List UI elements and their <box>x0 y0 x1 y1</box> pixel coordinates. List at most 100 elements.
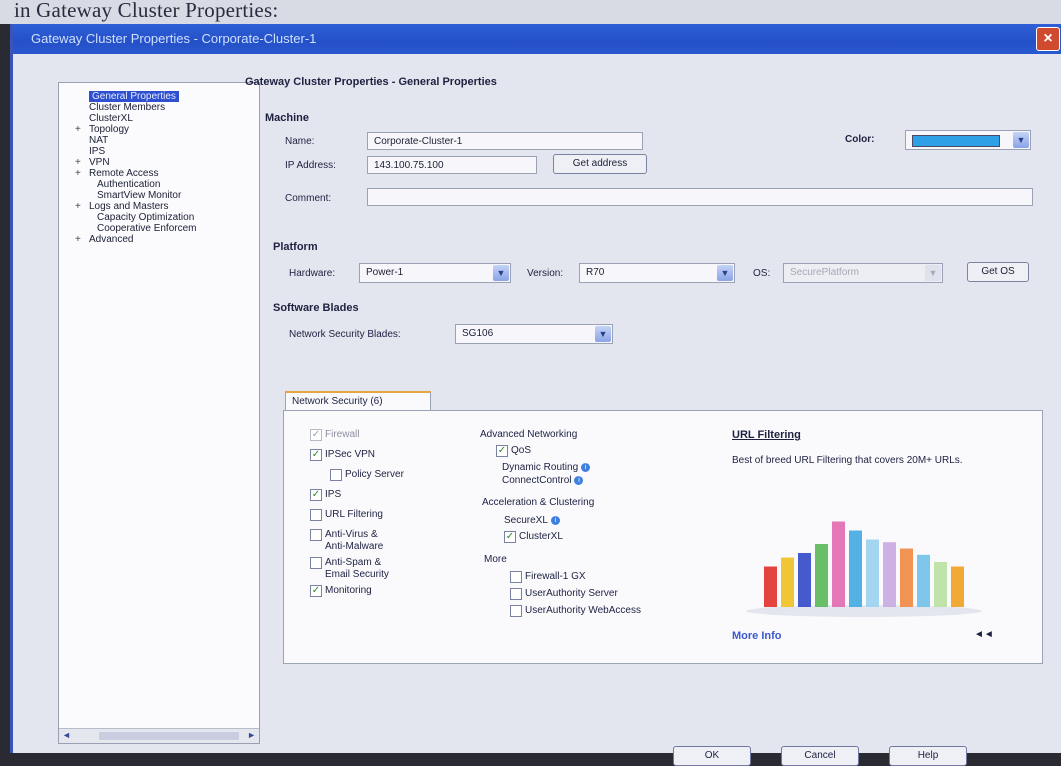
expand-icon[interactable]: + <box>75 157 81 168</box>
software-blades-section-label: Software Blades <box>273 302 359 314</box>
chevron-down-icon[interactable]: ▼ <box>595 326 611 342</box>
cancel-button[interactable]: Cancel <box>781 746 859 766</box>
tree-item[interactable]: + Advanced <box>75 234 197 245</box>
window-titlebar[interactable]: Gateway Cluster Properties - Corporate-C… <box>13 24 1061 54</box>
blade-checkbox[interactable]: URL Filtering <box>310 509 383 521</box>
version-label: Version: <box>527 268 564 279</box>
blade-checkbox[interactable]: ✓ IPS <box>310 489 341 501</box>
clusterxl-checkbox[interactable]: ✓ ClusterXL <box>504 531 563 543</box>
ok-button[interactable]: OK <box>673 746 751 766</box>
color-select[interactable]: ▼ <box>905 130 1031 150</box>
blade-checkbox[interactable]: Policy Server <box>330 469 404 481</box>
name-input[interactable]: Corporate-Cluster-1 <box>367 132 643 150</box>
qos-checkbox[interactable]: ✓ QoS <box>496 445 531 457</box>
chevron-down-icon[interactable]: ▼ <box>925 265 941 281</box>
tree-item[interactable]: + Logs and Masters <box>75 201 197 212</box>
expand-icon[interactable]: + <box>75 168 81 179</box>
blade-checkbox-label-line2: Email Security <box>325 569 389 580</box>
tree-item[interactable]: Authentication <box>89 179 197 190</box>
comment-input[interactable] <box>367 188 1033 206</box>
tree-item[interactable]: Cooperative Enforcem <box>89 223 197 234</box>
blade-checkbox-text: URL Filtering <box>325 509 383 521</box>
tree-item[interactable]: General Properties <box>89 91 197 102</box>
tree-item-label: VPN <box>89 157 110 168</box>
info-icon[interactable]: i <box>574 475 584 485</box>
blade-checkbox[interactable]: Anti-Virus & Anti-Malware <box>310 529 383 553</box>
more-checkbox[interactable]: Firewall-1 GX <box>510 571 586 583</box>
collapse-icon[interactable]: ◄◄ <box>974 629 994 640</box>
info-icon[interactable]: i <box>550 515 560 525</box>
connect-control-item: ConnectControl i <box>502 475 584 487</box>
tree-item-label: ClusterXL <box>89 113 133 124</box>
close-icon[interactable]: × <box>1036 27 1060 51</box>
tab-network-security[interactable]: Network Security (6) <box>285 391 431 411</box>
version-select[interactable]: R70 ▼ <box>579 263 735 283</box>
os-select[interactable]: SecurePlatform ▼ <box>783 263 943 283</box>
dynamic-routing-item: Dynamic Routing i <box>502 462 591 474</box>
more-checkbox[interactable]: UserAuthority WebAccess <box>510 605 641 617</box>
tree-item[interactable]: ClusterXL <box>89 113 197 124</box>
tree-item-label: Topology <box>89 124 130 135</box>
hardware-label: Hardware: <box>289 268 336 279</box>
tree-item-label: General Properties <box>89 91 179 102</box>
network-security-blades-select[interactable]: SG106 ▼ <box>455 324 613 344</box>
blade-checkbox[interactable]: ✓ Monitoring <box>310 585 372 597</box>
dynamic-routing-label: Dynamic Routing <box>502 462 579 473</box>
hardware-value: Power-1 <box>366 267 404 278</box>
help-button[interactable]: Help <box>889 746 967 766</box>
info-panel-description: Best of breed URL Filtering that covers … <box>732 455 963 466</box>
chevron-down-icon[interactable]: ▼ <box>493 265 509 281</box>
window-title: Gateway Cluster Properties - Corporate-C… <box>31 31 317 46</box>
tree-item[interactable]: IPS <box>89 146 197 157</box>
info-icon[interactable]: i <box>581 462 591 472</box>
blade-checkbox[interactable]: ✓ IPSec VPN <box>310 449 375 461</box>
tree-item[interactable]: + Topology <box>75 124 197 135</box>
hardware-select[interactable]: Power-1 ▼ <box>359 263 511 283</box>
checkbox-box <box>510 571 522 583</box>
more-checkbox-label: UserAuthority Server <box>525 588 618 599</box>
expand-icon[interactable]: + <box>75 234 81 245</box>
clusterxl-label: ClusterXL <box>519 531 563 542</box>
checkbox-box: ✓ <box>310 585 322 597</box>
tree-item[interactable]: Capacity Optimization <box>89 212 197 223</box>
illustration-bar <box>764 566 777 607</box>
blade-checkbox[interactable]: ✓ Firewall <box>310 429 359 441</box>
ip-address-input[interactable]: 143.100.75.100 <box>367 156 537 174</box>
tree-item[interactable]: + VPN <box>75 157 197 168</box>
get-address-button[interactable]: Get address <box>553 154 647 174</box>
blade-checkbox-label: Monitoring <box>325 585 372 596</box>
blade-checkbox-label: Anti-Virus & <box>325 529 378 540</box>
checkbox-check-icon: ✓ <box>504 531 516 543</box>
more-checkbox[interactable]: UserAuthority Server <box>510 588 618 600</box>
tree-item-label: IPS <box>89 146 106 157</box>
scrollbar-thumb[interactable] <box>99 732 239 740</box>
scroll-left-icon[interactable]: ◄ <box>62 730 71 740</box>
checkbox-box <box>510 605 522 617</box>
get-os-button[interactable]: Get OS <box>967 262 1029 282</box>
tree-horizontal-scrollbar[interactable]: ◄ ► <box>59 728 259 743</box>
tree-item[interactable]: + Remote Access <box>75 168 197 179</box>
checkbox-box <box>310 509 322 521</box>
name-label: Name: <box>285 136 315 147</box>
tree-item-label: Cooperative Enforcem <box>97 223 197 234</box>
tree-item[interactable]: NAT <box>89 135 197 146</box>
blade-checkbox-label: Anti-Spam & <box>325 557 382 568</box>
blade-checkbox-text: Monitoring <box>325 585 372 597</box>
chevron-down-icon[interactable]: ▼ <box>1013 132 1029 148</box>
info-panel-title: URL Filtering <box>732 429 801 441</box>
securexl-item: SecureXL i <box>504 515 560 527</box>
tree-item-label: Authentication <box>97 179 161 190</box>
tree-item[interactable]: Cluster Members <box>89 102 197 113</box>
blade-checkbox-label: URL Filtering <box>325 509 383 520</box>
more-info-link[interactable]: More Info <box>732 630 782 642</box>
blade-checkbox-label: Policy Server <box>345 469 404 480</box>
expand-icon[interactable]: + <box>75 201 81 212</box>
chevron-down-icon[interactable]: ▼ <box>717 265 733 281</box>
tree-item-label: Advanced <box>89 234 134 245</box>
tree-item[interactable]: SmartView Monitor <box>89 190 197 201</box>
blade-checkbox[interactable]: Anti-Spam & Email Security <box>310 557 389 581</box>
expand-icon[interactable]: + <box>75 124 81 135</box>
blade-checkbox-label: IPS <box>325 489 342 500</box>
os-value: SecurePlatform <box>790 267 859 278</box>
checkbox-box <box>330 469 342 481</box>
